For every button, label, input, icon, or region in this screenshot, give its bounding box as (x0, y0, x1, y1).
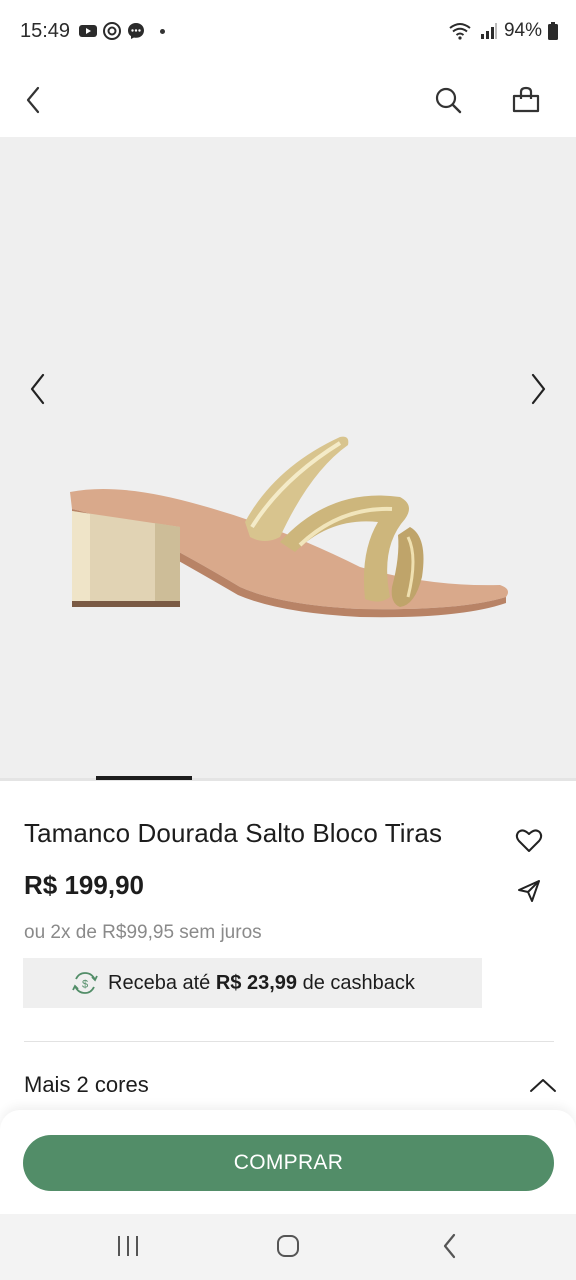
share-button[interactable] (510, 872, 548, 910)
recent-apps-icon (118, 1236, 138, 1256)
shopping-bag-icon (512, 86, 540, 113)
chevron-left-icon (30, 373, 45, 405)
back-arrow-icon (26, 86, 40, 114)
carousel-next-button[interactable] (518, 369, 558, 409)
favorite-button[interactable] (510, 822, 548, 860)
cashback-suffix: de cashback (302, 971, 415, 994)
divider (24, 1041, 554, 1042)
app-bar (0, 64, 576, 137)
threads-icon (103, 22, 121, 40)
status-bar: 15:49 94% (0, 0, 576, 64)
cashback-banner: $ Receba até R$ 23,99 de cashback (23, 958, 482, 1008)
search-icon (435, 87, 462, 114)
carousel-previous-button[interactable] (18, 369, 58, 409)
carousel-indicator-track (0, 778, 576, 781)
signal-icon (480, 23, 497, 39)
cashback-prefix: Receba até (108, 971, 211, 994)
share-send-icon (518, 880, 540, 902)
svg-text:$: $ (82, 979, 88, 991)
recent-apps-button[interactable] (106, 1228, 150, 1264)
buy-bottom-sheet: COMPRAR (0, 1110, 576, 1214)
notification-icons (78, 21, 165, 41)
battery-icon (548, 22, 558, 40)
more-notifications-dot (160, 28, 165, 34)
carousel-indicator-active (96, 776, 192, 780)
chevron-up-icon (530, 1079, 556, 1092)
shopping-bag-button[interactable] (504, 78, 548, 122)
product-image-carousel[interactable] (0, 137, 576, 778)
search-button[interactable] (426, 78, 470, 122)
more-colors-toggle[interactable]: Mais 2 cores (0, 1058, 576, 1114)
cashback-icon: $ (72, 972, 98, 994)
home-icon (277, 1235, 299, 1257)
system-navigation-bar (0, 1214, 576, 1280)
installments-text: ou 2x de R$99,95 sem juros (24, 922, 262, 943)
product-image-sandal (70, 436, 508, 618)
system-back-button[interactable] (428, 1228, 472, 1264)
back-button[interactable] (12, 78, 56, 122)
system-status: 94% (448, 20, 558, 42)
buy-button[interactable]: COMPRAR (23, 1135, 554, 1191)
product-price: R$ 199,90 (24, 870, 144, 900)
youtube-icon (79, 25, 97, 37)
status-time: 15:49 (20, 20, 71, 42)
heart-icon (515, 829, 543, 852)
product-title: Tamanco Dourada Salto Bloco Tiras (24, 818, 443, 848)
cashback-text: Receba até R$ 23,99 de cashback (108, 972, 415, 995)
home-button[interactable] (266, 1228, 310, 1264)
wifi-icon (449, 23, 471, 40)
messenger-icon (128, 23, 144, 39)
chevron-right-icon (531, 373, 546, 405)
cashback-amount: R$ 23,99 (215, 971, 298, 994)
battery-percent: 94% (503, 20, 542, 41)
more-colors-label: Mais 2 cores (24, 1072, 149, 1097)
system-back-icon (443, 1233, 456, 1259)
